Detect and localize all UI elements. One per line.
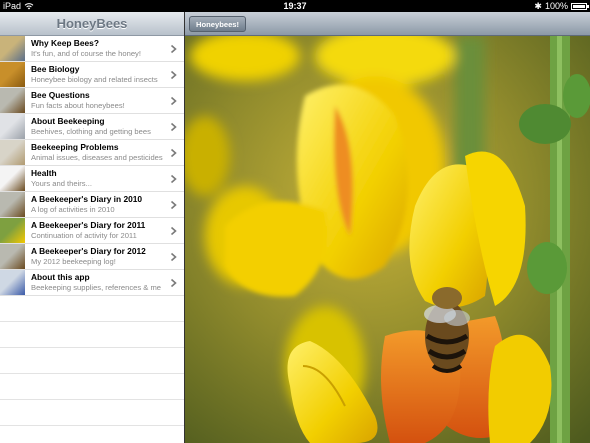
bee-keepers-photo: bee-keepers-photo	[0, 36, 25, 61]
battery-percent: 100%	[544, 1, 568, 11]
list-item[interactable]: bee-icon-photo Health Yours and theirs..…	[0, 166, 184, 192]
status-bar: iPad 19:37 ✱ 100%	[0, 0, 590, 12]
chevron-right-icon	[170, 174, 177, 184]
list-item-title: Beekeeping Problems	[31, 142, 119, 152]
detail-pane: Honeybees!	[185, 12, 590, 443]
honeybees-button[interactable]: Honeybees!	[189, 16, 247, 32]
list-item-subtitle: Fun facts about honeybees!	[31, 101, 125, 110]
list-item-title: A Beekeeper's Diary in 2010	[31, 194, 143, 204]
list-item-title: Health	[31, 168, 57, 178]
master-navbar: HoneyBees	[0, 12, 184, 36]
detail-navbar: Honeybees!	[185, 12, 590, 36]
beekeeper-photo: beekeeper-photo	[0, 114, 25, 139]
list-item-subtitle: Honeybee biology and related insects	[31, 75, 158, 84]
empty-row	[0, 322, 184, 348]
list-item-subtitle: Beehives, clothing and getting bees	[31, 127, 151, 136]
list-item-title: A Beekeeper's Diary for 2012	[31, 246, 146, 256]
list-item[interactable]: honeycomb-photo Bee Biology Honeybee bio…	[0, 62, 184, 88]
bee-on-flower-photo	[185, 36, 590, 443]
list-item[interactable]: bee-keepers-photo Why Keep Bees? It's fu…	[0, 36, 184, 62]
jar-photo: jar-photo	[0, 270, 25, 295]
bee-photo: bee-photo	[0, 88, 25, 113]
master-title: HoneyBees	[56, 16, 128, 31]
list-item-title: About this app	[31, 272, 90, 282]
list-item-subtitle: Yours and theirs...	[31, 179, 92, 188]
list-item-title: Why Keep Bees?	[31, 38, 99, 48]
list-item-subtitle: It's fun, and of course the honey!	[31, 49, 141, 58]
list-item[interactable]: hives-photo Beekeeping Problems Animal i…	[0, 140, 184, 166]
list-item-subtitle: Animal issues, diseases and pesticides	[31, 153, 163, 162]
list-item-subtitle: Beekeeping supplies, references & me	[31, 283, 162, 292]
chevron-right-icon	[170, 200, 177, 210]
list-item[interactable]: jar-photo About this app Beekeeping supp…	[0, 270, 184, 296]
bluetooth-icon: ✱	[534, 1, 542, 11]
battery-fill	[573, 4, 585, 8]
honeycomb-photo: honeycomb-photo	[0, 62, 25, 87]
list-item[interactable]: bee-photo A Beekeeper's Diary in 2010 A …	[0, 192, 184, 218]
bee-icon-photo: bee-icon-photo	[0, 166, 25, 191]
list-item-subtitle: Continuation of activity for 2011	[31, 231, 137, 240]
bee-photo: bee-photo	[0, 192, 25, 217]
list-item-title: A Beekeeper's Diary for 2011	[31, 220, 146, 230]
empty-row	[0, 400, 184, 426]
chevron-right-icon	[170, 226, 177, 236]
list-item-title: About Beekeeping	[31, 116, 105, 126]
list-item-title: Bee Questions	[31, 90, 90, 100]
list-item-title: Bee Biology	[31, 64, 80, 74]
empty-row	[0, 374, 184, 400]
battery-icon	[571, 2, 589, 10]
list-item[interactable]: bee-photo Bee Questions Fun facts about …	[0, 88, 184, 114]
chevron-right-icon	[170, 96, 177, 106]
bee-photo: bee-photo	[0, 244, 25, 269]
chevron-right-icon	[170, 148, 177, 158]
empty-row	[0, 348, 184, 374]
chevron-right-icon	[170, 252, 177, 262]
empty-row	[0, 296, 184, 322]
master-pane: HoneyBees bee-keepers-photo Why Keep Bee…	[0, 12, 184, 443]
list-item[interactable]: flower-photo A Beekeeper's Diary for 201…	[0, 218, 184, 244]
list-item[interactable]: bee-photo A Beekeeper's Diary for 2012 M…	[0, 244, 184, 270]
list-item-subtitle: A log of activities in 2010	[31, 205, 115, 214]
chevron-right-icon	[170, 278, 177, 288]
list-item-subtitle: My 2012 beekeeping log!	[31, 257, 116, 266]
chevron-right-icon	[170, 122, 177, 132]
topic-list: bee-keepers-photo Why Keep Bees? It's fu…	[0, 36, 184, 426]
clock: 19:37	[283, 1, 307, 11]
hives-photo: hives-photo	[0, 140, 25, 165]
chevron-right-icon	[170, 70, 177, 80]
chevron-right-icon	[170, 44, 177, 54]
list-item[interactable]: beekeeper-photo About Beekeeping Beehive…	[0, 114, 184, 140]
flower-photo: flower-photo	[0, 218, 25, 243]
